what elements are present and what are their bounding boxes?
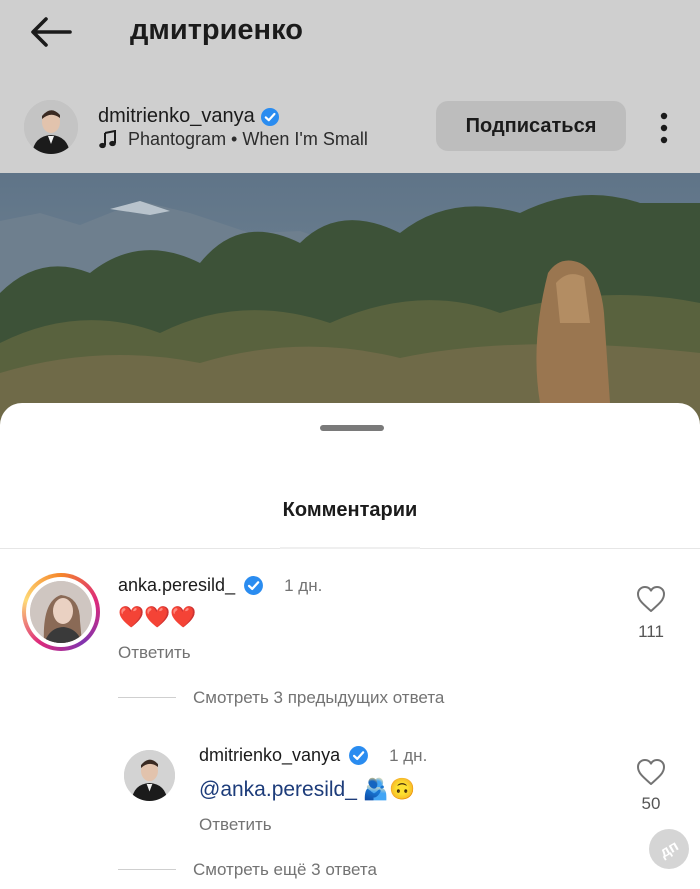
- thread-line: [118, 697, 176, 698]
- reply-button[interactable]: Ответить: [118, 643, 191, 663]
- comment-timestamp: 1 дн.: [284, 575, 323, 595]
- app-header: дмитриенко dmitrienko_vanya Phantogram •…: [0, 0, 700, 173]
- watermark-text: дп: [656, 836, 682, 862]
- like-heart-icon[interactable]: [636, 758, 666, 786]
- reply-button[interactable]: Ответить: [199, 815, 272, 835]
- post-author-username[interactable]: dmitrienko_vanya: [98, 105, 255, 127]
- comment-author[interactable]: anka.peresild_ 1 дн.: [118, 575, 322, 596]
- comments-sheet: Комментарии anka.peresild_ 1 дн. ❤️❤️❤️ …: [0, 403, 700, 889]
- follow-button[interactable]: Подписаться: [436, 101, 626, 151]
- sheet-drag-handle[interactable]: [320, 425, 384, 431]
- view-more-replies[interactable]: Смотреть ещё 3 ответа: [193, 860, 377, 880]
- music-label: Phantogram • When I'm Small: [128, 129, 368, 149]
- like-count: 50: [641, 794, 661, 813]
- like-count: 111: [638, 622, 664, 641]
- verified-badge-icon: [349, 746, 369, 765]
- post-photo: [0, 173, 700, 433]
- reply-author-avatar[interactable]: [124, 750, 175, 801]
- verified-badge-icon: [244, 576, 264, 595]
- like-heart-icon[interactable]: [636, 585, 666, 613]
- sheet-divider-indicator: [280, 547, 420, 549]
- post-author-name[interactable]: dmitrienko_vanya: [98, 105, 280, 128]
- verified-badge-icon: [261, 107, 280, 126]
- music-note-icon: [99, 129, 116, 148]
- reply-text: @anka.peresild_ 🫂🙃: [199, 778, 415, 802]
- mention-link[interactable]: @anka.peresild_: [199, 778, 357, 802]
- comment-text: ❤️❤️❤️: [118, 606, 197, 629]
- sheet-title: Комментарии: [282, 499, 418, 521]
- page-title: дмитриенко: [130, 14, 303, 46]
- music-row[interactable]: Phantogram • When I'm Small: [98, 129, 368, 150]
- commenter-avatar[interactable]: [30, 581, 92, 643]
- more-options-icon[interactable]: [654, 111, 674, 145]
- thread-line: [118, 869, 176, 870]
- reply-timestamp: 1 дн.: [389, 745, 428, 765]
- commenter-avatar-story-ring[interactable]: [22, 573, 100, 651]
- post-author-avatar[interactable]: [24, 100, 78, 154]
- watermark-logo: дп: [649, 829, 689, 869]
- reply-author-username[interactable]: dmitrienko_vanya: [199, 745, 340, 766]
- back-arrow-icon[interactable]: [28, 14, 74, 50]
- comment-author-username[interactable]: anka.peresild_: [118, 575, 235, 596]
- reply-emoji: 🫂🙃: [362, 778, 416, 801]
- view-previous-replies[interactable]: Смотреть 3 предыдущих ответа: [193, 688, 444, 708]
- reply-author[interactable]: dmitrienko_vanya 1 дн.: [199, 745, 427, 766]
